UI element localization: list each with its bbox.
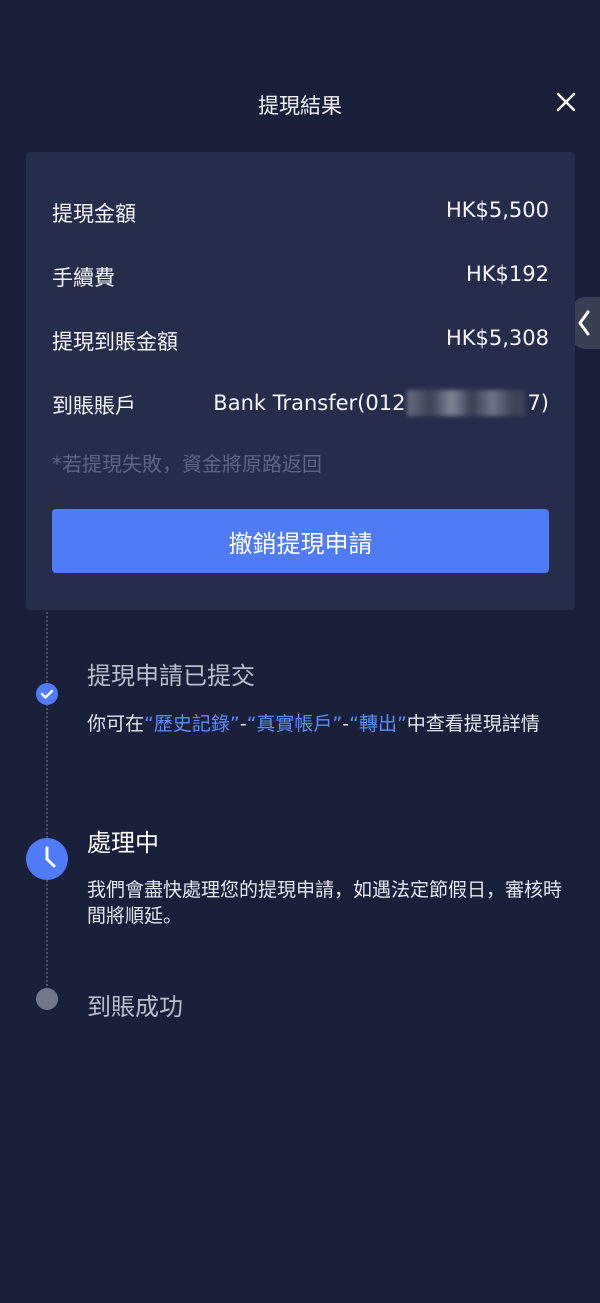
step-completed-marker — [36, 988, 58, 1010]
step-submitted-desc: 你可在“歷史記錄”-“真實帳戶”-“轉出”中查看提現詳情 — [87, 711, 577, 737]
account-suffix: 7) — [527, 391, 549, 415]
account-prefix: Bank Transfer(012 — [213, 391, 406, 415]
close-button[interactable] — [552, 88, 580, 116]
chevron-left-icon — [578, 310, 590, 336]
header: 提現結果 — [0, 84, 600, 124]
account-row: 到賬賬戶 Bank Transfer(012 7) — [52, 386, 549, 422]
transfer-out-link[interactable]: “轉出” — [349, 713, 407, 735]
step-submitted-desc-suffix: 中查看提現詳情 — [406, 713, 540, 735]
step-processing-title: 處理中 — [87, 829, 159, 857]
link-separator: - — [239, 713, 247, 735]
close-icon — [556, 92, 576, 112]
received-row: 提現到賬金額 HK$5,308 — [52, 322, 549, 358]
step-submitted-title: 提現申請已提交 — [87, 662, 255, 690]
cancel-withdrawal-button[interactable]: 撤銷提現申請 — [52, 509, 549, 573]
failure-note: *若提現失敗，資金將原路返回 — [52, 452, 322, 476]
step-submitted-marker — [36, 683, 58, 705]
fee-label: 手續費 — [52, 266, 115, 290]
received-value: HK$5,308 — [445, 326, 549, 350]
account-label: 到賬賬戶 — [52, 394, 136, 418]
step-submitted-desc-prefix: 你可在 — [87, 713, 145, 735]
amount-label: 提現金額 — [52, 202, 136, 226]
amount-row: 提現金額 HK$5,500 — [52, 194, 549, 230]
clock-icon — [45, 846, 56, 868]
real-account-link[interactable]: “真實帳戶” — [247, 713, 343, 735]
step-processing-marker — [26, 838, 68, 880]
withdrawal-summary-card: 提現金額 HK$5,500 手續費 HK$192 提現到賬金額 HK$5,308… — [26, 152, 575, 610]
step-completed-title: 到賬成功 — [87, 993, 183, 1021]
received-label: 提現到賬金額 — [52, 330, 178, 354]
timeline-connector — [46, 612, 48, 998]
history-link[interactable]: “歷史記錄” — [144, 713, 240, 735]
account-value: Bank Transfer(012 7) — [213, 390, 549, 416]
account-number-mask — [407, 390, 526, 416]
page-title: 提現結果 — [258, 94, 342, 118]
amount-value: HK$5,500 — [445, 198, 549, 222]
fee-value: HK$192 — [465, 262, 549, 286]
check-icon — [40, 689, 54, 699]
fee-row: 手續費 HK$192 — [52, 258, 549, 294]
step-processing-desc: 我們會盡快處理您的提現申請，如遇法定節假日，審核時間將順延。 — [87, 879, 563, 927]
